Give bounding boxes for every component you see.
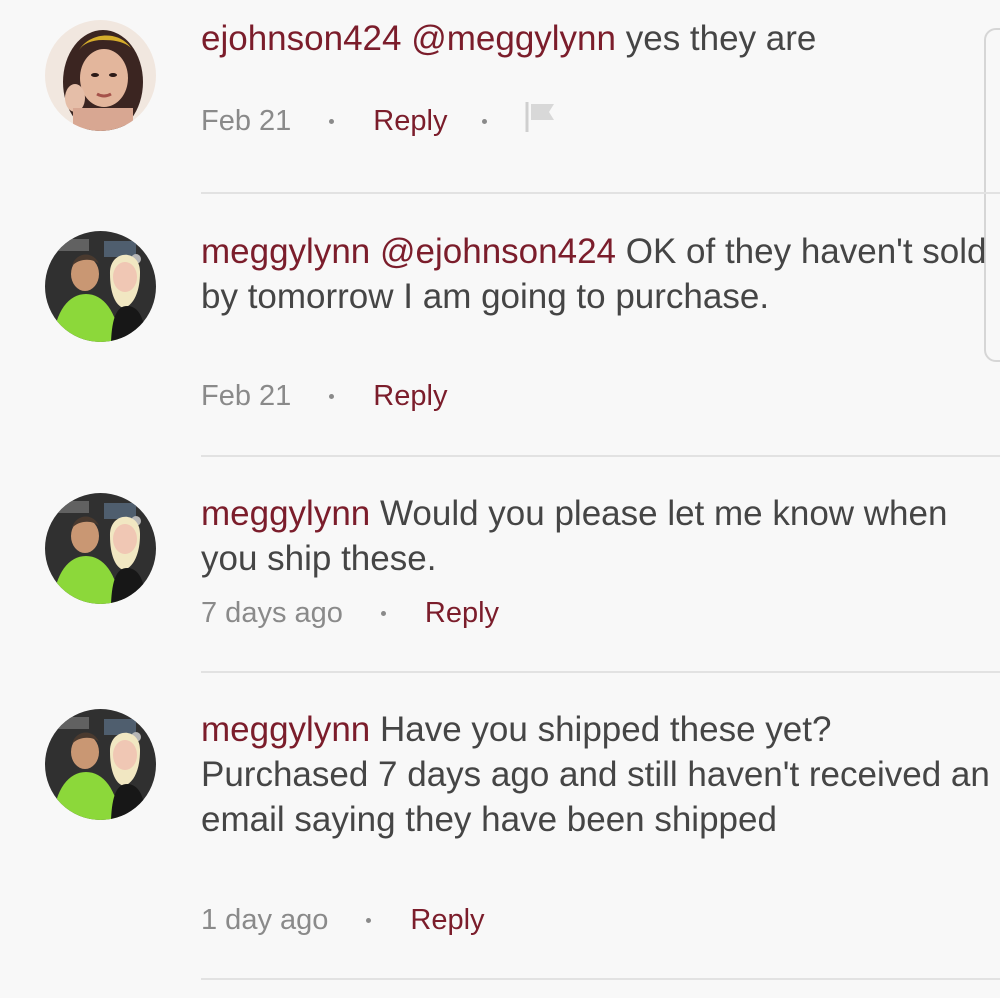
comment-timestamp: 1 day ago	[201, 904, 329, 936]
comment-username[interactable]: ejohnson424	[201, 19, 401, 58]
user-avatar[interactable]	[45, 20, 156, 131]
comment-timestamp: 7 days ago	[201, 597, 343, 629]
reply-button[interactable]: Reply	[373, 380, 447, 413]
comment-username[interactable]: meggylynn	[201, 494, 370, 533]
avatar-woman-icon	[45, 20, 156, 131]
comment-divider	[201, 192, 1000, 194]
comment-username[interactable]: meggylynn	[201, 710, 370, 749]
separator-dot	[482, 118, 488, 124]
comment-timestamp: Feb 21	[201, 104, 292, 137]
reply-button[interactable]: Reply	[373, 105, 447, 138]
reply-button[interactable]: Reply	[410, 904, 484, 937]
reply-button[interactable]: Reply	[425, 597, 499, 630]
comment-text: meggylynn Would you please let me know w…	[201, 491, 991, 581]
separator-dot	[329, 394, 335, 399]
flag-icon[interactable]	[522, 99, 558, 143]
separator-dot	[366, 918, 372, 923]
comment-meta: Feb 21 Reply	[201, 380, 447, 413]
avatar-couple-icon	[45, 709, 156, 820]
comment-timestamp: Feb 21	[201, 380, 292, 412]
comment-meta: 7 days ago Reply	[201, 597, 499, 630]
comment-divider	[201, 978, 1000, 980]
user-avatar[interactable]	[45, 709, 156, 820]
avatar-couple-icon	[45, 493, 156, 604]
comment-username[interactable]: meggylynn	[201, 232, 370, 271]
separator-dot	[329, 118, 335, 124]
comment-meta: 1 day ago Reply	[201, 904, 485, 937]
comment-mention[interactable]: @meggylynn	[411, 19, 616, 58]
comment-meta: Feb 21 Reply	[201, 99, 558, 143]
comment-text: ejohnson424 @meggylynn yes they are	[201, 16, 991, 61]
comment-divider	[201, 671, 1000, 673]
user-avatar[interactable]	[45, 493, 156, 604]
avatar-couple-icon	[45, 231, 156, 342]
comment-text: meggylynn Have you shipped these yet? Pu…	[201, 707, 991, 842]
separator-dot	[380, 611, 386, 616]
user-avatar[interactable]	[45, 231, 156, 342]
comment-divider	[201, 455, 1000, 457]
comment-text: meggylynn @ejohnson424 OK of they haven'…	[201, 229, 991, 319]
comment-body: yes they are	[625, 19, 817, 58]
comment-mention[interactable]: @ejohnson424	[380, 232, 616, 271]
